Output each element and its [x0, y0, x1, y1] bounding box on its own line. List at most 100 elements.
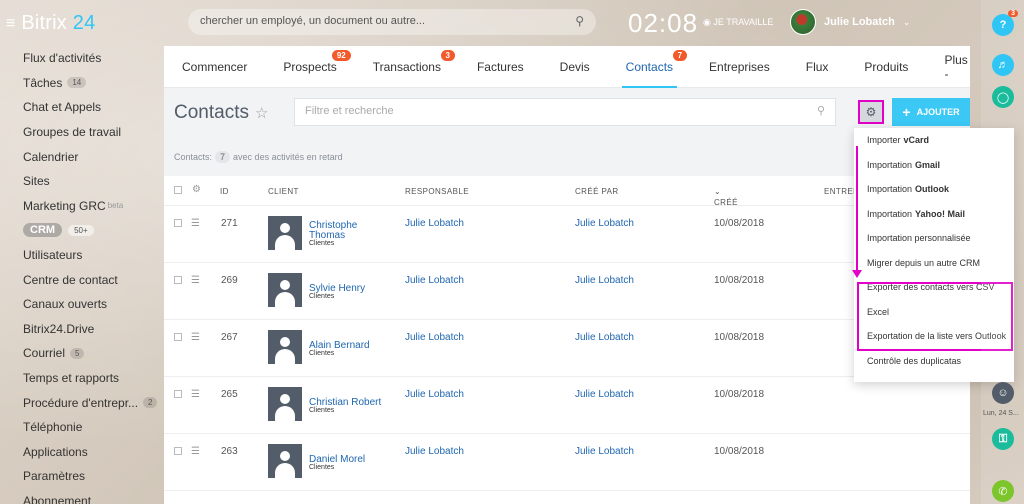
- menu-item-source: Gmail: [915, 159, 941, 170]
- row-checkbox[interactable]: [174, 276, 182, 284]
- sidebar-item[interactable]: CRM 50+: [0, 218, 160, 243]
- work-status[interactable]: ◉ JE TRAVAILLE: [703, 17, 773, 28]
- counter-badge[interactable]: 7: [215, 151, 231, 163]
- count-badge: 14: [67, 77, 87, 89]
- contact-avatar[interactable]: ☺: [992, 382, 1014, 404]
- responsable-link[interactable]: Julie Lobatch: [405, 389, 464, 400]
- sidebar-item[interactable]: Procédure d'entrepr... 2: [0, 390, 160, 415]
- sidebar-item[interactable]: Bitrix24.Drive: [0, 317, 160, 342]
- app-logo[interactable]: ≡ Bitrix 24: [6, 12, 95, 35]
- tab-item[interactable]: Entreprises: [691, 46, 788, 88]
- col-id[interactable]: ID: [220, 187, 229, 196]
- col-cree-par[interactable]: CRÉÉ PAR: [575, 187, 619, 196]
- cree-par-link[interactable]: Julie Lobatch: [575, 446, 634, 457]
- sidebar-item[interactable]: Centre de contact: [0, 267, 160, 292]
- sidebar-item[interactable]: Tâches 14: [0, 71, 160, 96]
- chat-icon[interactable]: ◯: [992, 86, 1014, 108]
- sidebar-item[interactable]: Chat et Appels: [0, 95, 160, 120]
- settings-button[interactable]: ⚙: [858, 100, 884, 124]
- tab-item[interactable]: Plus -: [926, 46, 985, 88]
- contact-photo: [268, 387, 302, 421]
- tab-label: Flux: [805, 59, 829, 74]
- annotation-arrow-head: [852, 270, 862, 278]
- created-date: 10/08/2018: [714, 332, 765, 343]
- cree-par-link[interactable]: Julie Lobatch: [575, 332, 634, 343]
- row-checkbox[interactable]: [174, 447, 182, 455]
- sidebar-item[interactable]: Flux d'activités: [0, 46, 160, 71]
- row-checkbox[interactable]: [174, 333, 182, 341]
- sidebar-item[interactable]: Abonnement: [0, 489, 160, 504]
- contact-photo: [268, 444, 302, 478]
- tab-label: Transactions: [372, 59, 441, 74]
- tab-label: Produits: [864, 59, 909, 74]
- tab-item[interactable]: Prospects 92: [265, 46, 354, 88]
- lock-icon[interactable]: ⚿: [992, 428, 1014, 450]
- menu-icon[interactable]: ≡: [6, 15, 15, 33]
- menu-item-label: Importation personnalisée: [867, 233, 971, 244]
- tab-item[interactable]: Devis: [542, 46, 608, 88]
- cree-par-link[interactable]: Julie Lobatch: [575, 389, 634, 400]
- responsable-link[interactable]: Julie Lobatch: [405, 218, 464, 229]
- row-menu-icon[interactable]: ☰: [191, 332, 200, 343]
- sidebar-item[interactable]: Calendrier: [0, 144, 160, 169]
- contact-type: Clientes: [309, 350, 335, 357]
- created-date: 10/08/2018: [714, 446, 765, 457]
- row-menu-icon[interactable]: ☰: [191, 218, 200, 229]
- sidebar-item-label: Chat et Appels: [23, 100, 102, 115]
- sidebar-item[interactable]: Temps et rapports: [0, 366, 160, 391]
- table-row[interactable]: ☰ 269 Sylvie Henry Clientes Julie Lobatch Jul…: [164, 263, 970, 320]
- tab-item[interactable]: Produits: [846, 46, 926, 88]
- tab-item[interactable]: Transactions 3: [355, 46, 459, 88]
- star-icon[interactable]: ☆: [255, 105, 268, 122]
- sidebar-item[interactable]: Téléphonie: [0, 415, 160, 440]
- bell-icon[interactable]: ♬: [992, 54, 1014, 76]
- sidebar-item[interactable]: Groupes de travail: [0, 120, 160, 145]
- global-search-input[interactable]: chercher un employé, un document ou autr…: [188, 9, 596, 35]
- cree-par-link[interactable]: Julie Lobatch: [575, 275, 634, 286]
- tab-label: Factures: [476, 59, 524, 74]
- created-date: 10/08/2018: [714, 389, 765, 400]
- tab-item[interactable]: Factures: [459, 46, 542, 88]
- row-checkbox[interactable]: [174, 390, 182, 398]
- responsable-link[interactable]: Julie Lobatch: [405, 332, 464, 343]
- sidebar-item-label: Applications: [23, 444, 88, 459]
- row-menu-icon[interactable]: ☰: [191, 275, 200, 286]
- sidebar-item[interactable]: Canaux ouverts: [0, 292, 160, 317]
- sidebar-item[interactable]: Marketing GRC beta: [0, 194, 160, 219]
- sidebar-item[interactable]: Courriel 5: [0, 341, 160, 366]
- user-menu[interactable]: Julie Lobatch ⌄: [790, 9, 910, 35]
- contact-type: Clientes: [309, 293, 335, 300]
- table-row[interactable]: ☰ 267 Alain Bernard Clientes Julie Lobatch Ju…: [164, 320, 970, 377]
- col-responsable[interactable]: RESPONSABLE: [405, 187, 469, 196]
- phone-icon[interactable]: ✆: [992, 480, 1014, 502]
- gear-icon[interactable]: ⚙: [192, 184, 201, 195]
- table-row[interactable]: ☰ 271 Christophe Thomas Clientes Julie Lobatc…: [164, 206, 970, 263]
- clock[interactable]: 02:08: [628, 8, 698, 39]
- responsable-link[interactable]: Julie Lobatch: [405, 446, 464, 457]
- sidebar-item-label: Bitrix24.Drive: [23, 321, 95, 336]
- col-client[interactable]: CLIENT: [268, 187, 299, 196]
- table-row[interactable]: ☰ 263 Daniel Morel Clientes Julie Lobatch Jul…: [164, 434, 970, 491]
- tab-item[interactable]: Commencer: [164, 46, 265, 88]
- sidebar-item-label: Courriel: [23, 346, 66, 361]
- cree-par-link[interactable]: Julie Lobatch: [575, 218, 634, 229]
- tab-label: Contacts: [625, 59, 674, 74]
- created-date: 10/08/2018: [714, 275, 765, 286]
- sidebar-item[interactable]: Applications: [0, 440, 160, 465]
- table-row[interactable]: ☰ 265 Christian Robert Clientes Julie Lobatc…: [164, 377, 970, 434]
- row-checkbox[interactable]: [174, 219, 182, 227]
- sidebar-item-label: Centre de contact: [23, 272, 118, 287]
- tab-item[interactable]: Flux: [788, 46, 847, 88]
- add-button[interactable]: + AJOUTER: [892, 98, 970, 126]
- tab-item[interactable]: Contacts 7: [608, 46, 691, 88]
- col-cree[interactable]: CRÉÉ ⌄: [714, 187, 737, 207]
- row-menu-icon[interactable]: ☰: [191, 389, 200, 400]
- responsable-link[interactable]: Julie Lobatch: [405, 275, 464, 286]
- sidebar-item[interactable]: Sites: [0, 169, 160, 194]
- sidebar-item[interactable]: Paramètres: [0, 464, 160, 489]
- row-menu-icon[interactable]: ☰: [191, 446, 200, 457]
- filter-search-input[interactable]: Filtre et recherche ⚲: [294, 98, 836, 126]
- sidebar-item[interactable]: Utilisateurs: [0, 243, 160, 268]
- help-button[interactable]: ? 3: [992, 10, 1018, 36]
- select-all-checkbox[interactable]: [174, 186, 182, 194]
